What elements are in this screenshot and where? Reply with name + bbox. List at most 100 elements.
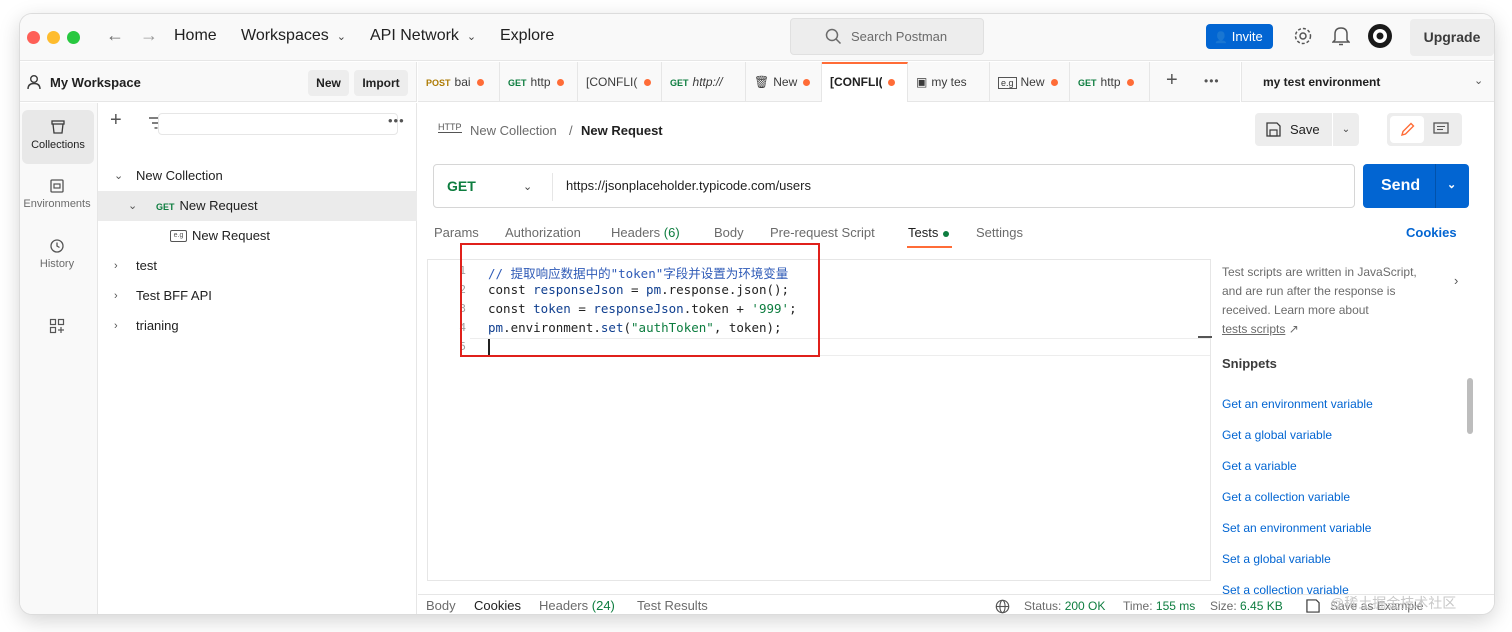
environment-name: my test environment: [1263, 75, 1381, 89]
chevron-right-icon[interactable]: ›: [114, 311, 118, 341]
snippet-link[interactable]: Get a collection variable: [1222, 490, 1350, 504]
gear-icon[interactable]: [1293, 26, 1313, 46]
more-tabs-icon[interactable]: •••: [1204, 74, 1220, 88]
grid-plus-icon: [49, 318, 65, 334]
save-dropdown-button[interactable]: ⌄: [1333, 113, 1359, 146]
tree-search-input[interactable]: [158, 113, 398, 135]
tab-pre-request-script[interactable]: Pre-request Script: [770, 225, 875, 240]
invite-button[interactable]: 👤 Invite: [1206, 24, 1273, 49]
code-token: ;: [789, 301, 797, 316]
search-bar[interactable]: Search Postman: [790, 18, 984, 55]
example-icon: e.g: [170, 230, 187, 242]
chevron-down-icon[interactable]: ⌄: [128, 191, 137, 221]
import-button[interactable]: Import: [354, 70, 408, 96]
rail-collections[interactable]: Collections: [22, 110, 94, 164]
rail-configure[interactable]: [20, 309, 94, 349]
tab-authorization[interactable]: Authorization: [505, 225, 581, 240]
tab-headers[interactable]: Headers (6): [611, 225, 680, 240]
tree-item-collection[interactable]: › Test BFF API: [98, 281, 417, 311]
breadcrumb-current[interactable]: New Request: [581, 123, 663, 138]
add-icon[interactable]: +: [110, 109, 122, 132]
tree-item-example[interactable]: e.g New Request: [98, 221, 417, 251]
tree-item-collection[interactable]: › test: [98, 251, 417, 281]
rail-history[interactable]: History: [20, 229, 94, 283]
nav-home[interactable]: Home: [174, 27, 217, 45]
snippet-link[interactable]: Set a global variable: [1222, 552, 1331, 566]
more-options-icon[interactable]: •••: [388, 113, 405, 128]
chevron-right-icon[interactable]: ›: [1454, 273, 1458, 288]
upgrade-button[interactable]: Upgrade: [1410, 19, 1494, 56]
tab-params[interactable]: Params: [434, 225, 479, 240]
tree-item-collection[interactable]: ⌄ New Collection: [98, 161, 417, 191]
code-token: "authToken": [631, 320, 714, 335]
line-number: 5: [459, 340, 466, 353]
snippet-link[interactable]: Get a variable: [1222, 459, 1297, 473]
tab-settings[interactable]: Settings: [976, 225, 1023, 240]
chevron-down-icon[interactable]: ⌄: [523, 180, 532, 193]
new-button[interactable]: New: [308, 70, 349, 96]
line-number: 3: [459, 302, 466, 315]
tests-scripts-link[interactable]: tests scripts: [1222, 322, 1285, 336]
tests-editor[interactable]: 1 2 3 4 5 // 提取响应数据中的"token"字段并设置为环境变量 co…: [427, 259, 1212, 581]
tree-item-request[interactable]: ⌄ GET New Request: [98, 191, 417, 221]
save-button[interactable]: Save: [1255, 113, 1332, 146]
tab-tests[interactable]: Tests: [908, 225, 950, 240]
open-tab-active[interactable]: [CONFLI(: [822, 62, 908, 102]
code-token: .token +: [683, 301, 752, 316]
snippets-title: Snippets: [1222, 356, 1277, 371]
workspace-name: My Workspace: [50, 75, 141, 90]
open-tab[interactable]: 🗑 New: [746, 62, 822, 102]
help-scrollbar[interactable]: [1467, 378, 1473, 434]
cookies-link[interactable]: Cookies: [1406, 225, 1457, 240]
open-tab[interactable]: ▣ my tes: [908, 62, 990, 102]
response-tab-cookies[interactable]: Cookies: [474, 598, 521, 613]
unsaved-dot: [644, 79, 651, 87]
open-tab[interactable]: POST bai: [418, 62, 500, 102]
open-tab[interactable]: GET http: [500, 62, 578, 102]
new-tab-icon[interactable]: +: [1166, 69, 1178, 92]
response-tab-body[interactable]: Body: [426, 598, 456, 613]
snippet-link[interactable]: Get a global variable: [1222, 428, 1332, 442]
chevron-right-icon[interactable]: ›: [114, 251, 118, 281]
close-window-button[interactable]: [27, 31, 40, 44]
avatar[interactable]: [1367, 23, 1393, 49]
nav-explore[interactable]: Explore: [500, 27, 554, 45]
back-arrow-icon[interactable]: ←: [106, 25, 124, 46]
maximize-window-button[interactable]: [67, 31, 80, 44]
tree-item-label: Test BFF API: [136, 288, 212, 303]
code-line: const responseJson = pm.response.json();: [488, 282, 789, 297]
open-tab[interactable]: GET http://: [662, 62, 746, 102]
response-tab-headers[interactable]: Headers (24): [539, 598, 615, 613]
globe-icon[interactable]: [995, 599, 1010, 614]
line-number: 2: [459, 283, 466, 296]
open-tab[interactable]: [CONFLI(: [578, 62, 662, 102]
snippet-link[interactable]: Set an environment variable: [1222, 521, 1371, 535]
url-input[interactable]: [566, 178, 1326, 193]
open-tab[interactable]: e.g New: [990, 62, 1070, 102]
save-icon: [1266, 122, 1281, 137]
snippet-link[interactable]: Get an environment variable: [1222, 397, 1373, 411]
chevron-down-icon[interactable]: ⌄: [114, 161, 123, 191]
forward-arrow-icon[interactable]: →: [140, 25, 158, 46]
minimize-window-button[interactable]: [47, 31, 60, 44]
tab-body[interactable]: Body: [714, 225, 744, 240]
rail-environments[interactable]: Environments: [20, 169, 94, 223]
tree-item-label: trianing: [136, 318, 179, 333]
open-tab[interactable]: GET http: [1070, 62, 1150, 102]
nav-api-network[interactable]: API Network ⌄: [370, 27, 476, 45]
bell-icon[interactable]: [1332, 26, 1350, 46]
tab-label: http: [530, 75, 551, 89]
external-link-icon: ↗: [1288, 322, 1299, 336]
breadcrumb-parent[interactable]: New Collection: [470, 123, 557, 138]
response-tab-test-results[interactable]: Test Results: [637, 598, 708, 613]
chevron-down-icon[interactable]: ⌄: [1447, 178, 1456, 191]
nav-workspaces[interactable]: Workspaces ⌄: [241, 27, 346, 45]
comment-icon[interactable]: [1433, 122, 1449, 137]
method-select[interactable]: GET: [447, 178, 476, 194]
edit-mode-button[interactable]: [1390, 116, 1424, 143]
tree-item-collection[interactable]: › trianing: [98, 311, 417, 341]
send-button[interactable]: Send ⌄: [1363, 164, 1469, 208]
chevron-right-icon[interactable]: ›: [114, 281, 118, 311]
tab-tests-label: Tests: [908, 225, 939, 240]
environment-select[interactable]: my test environment ⌄: [1241, 62, 1494, 102]
